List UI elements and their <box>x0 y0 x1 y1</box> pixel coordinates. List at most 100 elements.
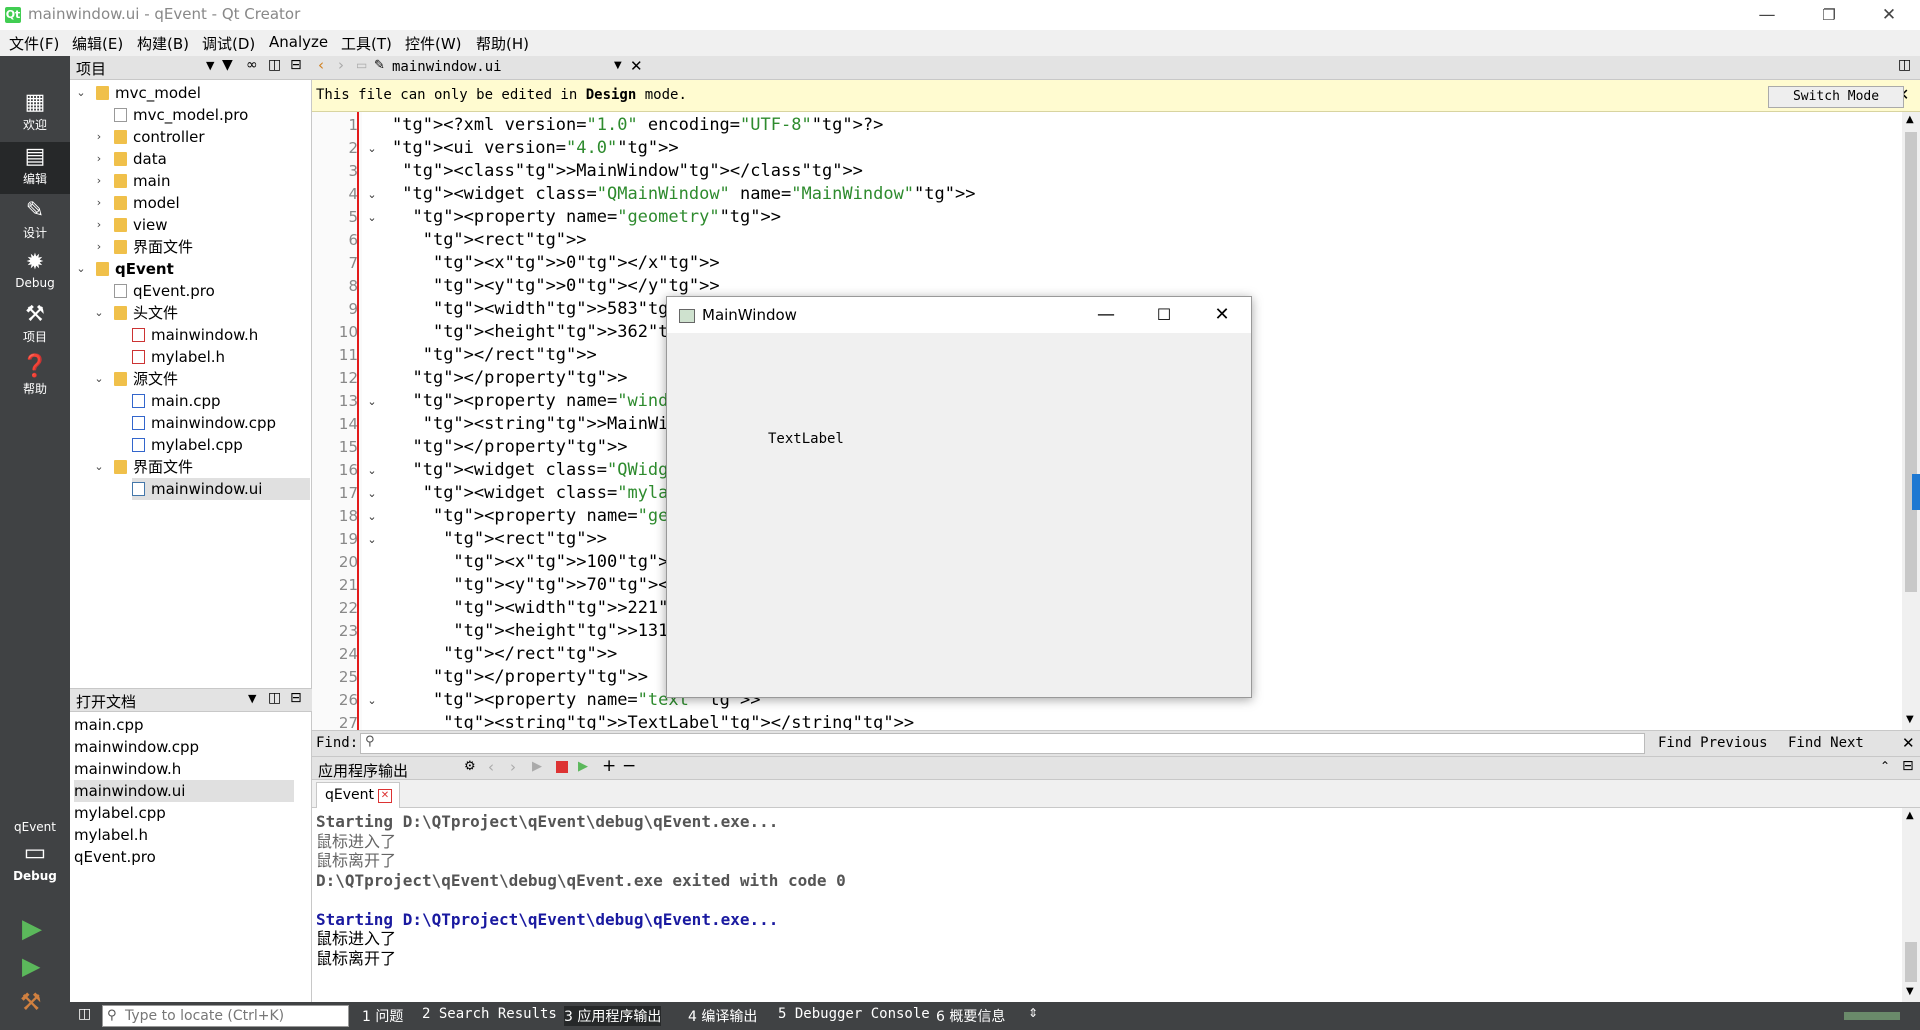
split-icon[interactable]: ◫ <box>268 690 281 706</box>
fold-marker-icon[interactable]: ⌄ <box>365 482 379 505</box>
fold-marker-icon[interactable]: ⌄ <box>365 137 379 160</box>
scroll-up-icon[interactable]: ▲ <box>1906 114 1914 125</box>
back-icon[interactable]: ‹ <box>318 56 324 74</box>
chevron-right-icon[interactable]: › <box>92 214 106 236</box>
chevron-down-icon[interactable]: ⌄ <box>92 368 106 390</box>
chevron-down-icon[interactable]: ▼ <box>206 59 214 72</box>
status-pane-issues[interactable]: 1 问题 <box>362 1006 403 1026</box>
application-output[interactable]: Starting D:\QTproject\qEvent\debug\qEven… <box>312 808 1902 1002</box>
menu-tools[interactable]: 工具(T) <box>341 33 392 54</box>
attach-icon[interactable]: ⚙ <box>464 759 476 774</box>
list-item[interactable]: mylabel.cpp <box>74 802 294 824</box>
output-tab[interactable]: qEvent ✕ <box>316 782 400 808</box>
menu-help[interactable]: 帮助(H) <box>476 33 529 54</box>
close-pane-icon[interactable]: ⊟ <box>290 57 302 73</box>
tree-item[interactable]: mainwindow.cpp <box>132 412 276 434</box>
fold-marker-icon[interactable]: ⌄ <box>365 689 379 712</box>
fold-marker-icon[interactable]: ⌄ <box>365 390 379 413</box>
find-previous-button[interactable]: Find Previous <box>1658 735 1768 751</box>
tree-item[interactable]: controller <box>114 126 205 148</box>
close-find-icon[interactable]: ✕ <box>1902 734 1915 752</box>
next-icon[interactable]: › <box>510 758 516 776</box>
restore-icon[interactable]: ❐ <box>1806 0 1852 30</box>
mode-welcome[interactable]: ▦ 欢迎 <box>0 88 70 140</box>
find-input[interactable]: ⚲ <box>360 733 1645 754</box>
list-item[interactable]: mainwindow.cpp <box>74 736 294 758</box>
tree-item[interactable]: mylabel.h <box>132 346 225 368</box>
mode-design[interactable]: ✎ 设计 <box>0 196 70 248</box>
fold-marker-icon[interactable]: ⌄ <box>365 459 379 482</box>
menu-file[interactable]: 文件(F) <box>9 33 59 54</box>
close-tab-icon[interactable]: ✕ <box>378 789 392 803</box>
rerun-icon[interactable]: ▶ <box>532 759 542 774</box>
menu-edit[interactable]: 编辑(E) <box>72 33 123 54</box>
menu-analyze[interactable]: Analyze <box>269 33 328 51</box>
chevron-down-icon[interactable]: ⌄ <box>92 456 106 478</box>
tree-item[interactable]: mvc_model <box>96 82 201 104</box>
tree-item[interactable]: main.cpp <box>132 390 221 412</box>
status-pane-general-messages[interactable]: 6 概要信息 <box>936 1006 1005 1026</box>
chevron-down-icon[interactable]: ⌄ <box>74 82 88 104</box>
list-item[interactable]: main.cpp <box>74 714 294 736</box>
mode-projects[interactable]: ⚒ 项目 <box>0 300 70 352</box>
minimize-icon[interactable]: — <box>1744 0 1790 30</box>
tree-item[interactable]: 源文件 <box>114 368 178 390</box>
tree-item-selected[interactable]: mainwindow.ui <box>132 478 310 500</box>
mode-debug[interactable]: ✹ Debug <box>0 248 70 300</box>
close-pane-icon[interactable]: ⊟ <box>290 690 302 706</box>
tree-item[interactable]: mvc_model.pro <box>114 104 248 126</box>
close-icon[interactable]: ✕ <box>1193 297 1251 333</box>
zoom-in-icon[interactable]: + <box>602 756 616 776</box>
current-file-label[interactable]: mainwindow.ui <box>392 59 502 75</box>
chevron-down-icon[interactable]: ⌄ <box>74 258 88 280</box>
list-item[interactable]: qEvent.pro <box>74 846 294 868</box>
fold-marker-icon[interactable]: ⌄ <box>365 183 379 206</box>
chevron-right-icon[interactable]: › <box>92 170 106 192</box>
tree-item[interactable]: 界面文件 <box>114 456 193 478</box>
tree-item[interactable]: qEvent <box>96 258 174 280</box>
minimize-icon[interactable]: — <box>1077 297 1135 333</box>
list-item-selected[interactable]: mainwindow.ui <box>74 780 294 802</box>
more-panes-icon[interactable]: ⇕ <box>1028 1006 1038 1020</box>
chevron-down-icon[interactable]: ⌄ <box>92 302 106 324</box>
close-pane-icon[interactable]: ⊟ <box>1902 758 1914 774</box>
tree-item[interactable]: 界面文件 <box>114 236 193 258</box>
debug-run-icon[interactable]: ▶ <box>578 759 588 774</box>
tree-item[interactable]: model <box>114 192 180 214</box>
split-icon[interactable]: ◫ <box>268 57 281 73</box>
fold-marker-icon[interactable]: ⌄ <box>365 206 379 229</box>
chevron-right-icon[interactable]: › <box>92 192 106 214</box>
chevron-down-icon[interactable]: ▼ <box>614 60 622 71</box>
list-item[interactable]: mylabel.h <box>74 824 294 846</box>
tree-item[interactable]: 头文件 <box>114 302 178 324</box>
filter-icon[interactable]: ▼ <box>222 57 233 73</box>
scroll-up-icon[interactable]: ▲ <box>1906 810 1914 821</box>
maximize-icon[interactable]: ☐ <box>1135 297 1193 333</box>
debug-run-icon[interactable]: ▶ <box>22 952 40 980</box>
status-pane-search-results[interactable]: 2 Search Results <box>422 1006 557 1022</box>
status-pane-compile-output[interactable]: 4 编译输出 <box>688 1006 757 1026</box>
tree-item[interactable]: main <box>114 170 170 192</box>
scrollbar-thumb[interactable] <box>1905 132 1917 592</box>
scroll-down-icon[interactable]: ▼ <box>1906 714 1914 725</box>
chevron-right-icon[interactable]: › <box>92 148 106 170</box>
editor-scrollbar[interactable]: ▲ ▼ <box>1902 112 1920 730</box>
maximize-pane-icon[interactable]: ⌃ <box>1880 759 1890 773</box>
toggle-sidebar-icon[interactable]: ◫ <box>78 1006 91 1022</box>
scrollbar-thumb[interactable] <box>1905 942 1917 982</box>
list-item[interactable]: mainwindow.h <box>74 758 294 780</box>
fold-marker-icon[interactable]: ⌄ <box>365 505 379 528</box>
text-label[interactable]: TextLabel <box>768 431 844 447</box>
fold-marker-icon[interactable]: ⌄ <box>365 528 379 551</box>
close-document-icon[interactable]: ✕ <box>630 57 643 75</box>
run-icon[interactable]: ▶ <box>22 914 42 944</box>
tree-item[interactable]: mylabel.cpp <box>132 434 243 456</box>
status-pane-debugger-console[interactable]: 5 Debugger Console <box>778 1006 930 1022</box>
chevron-right-icon[interactable]: › <box>92 236 106 258</box>
tree-item[interactable]: data <box>114 148 167 170</box>
stop-icon[interactable] <box>556 761 568 773</box>
output-scrollbar[interactable]: ▲ ▼ <box>1902 808 1920 1002</box>
mode-edit[interactable]: ▤ 编辑 <box>0 142 70 194</box>
zoom-out-icon[interactable]: − <box>622 756 636 776</box>
scroll-down-icon[interactable]: ▼ <box>1906 986 1914 997</box>
